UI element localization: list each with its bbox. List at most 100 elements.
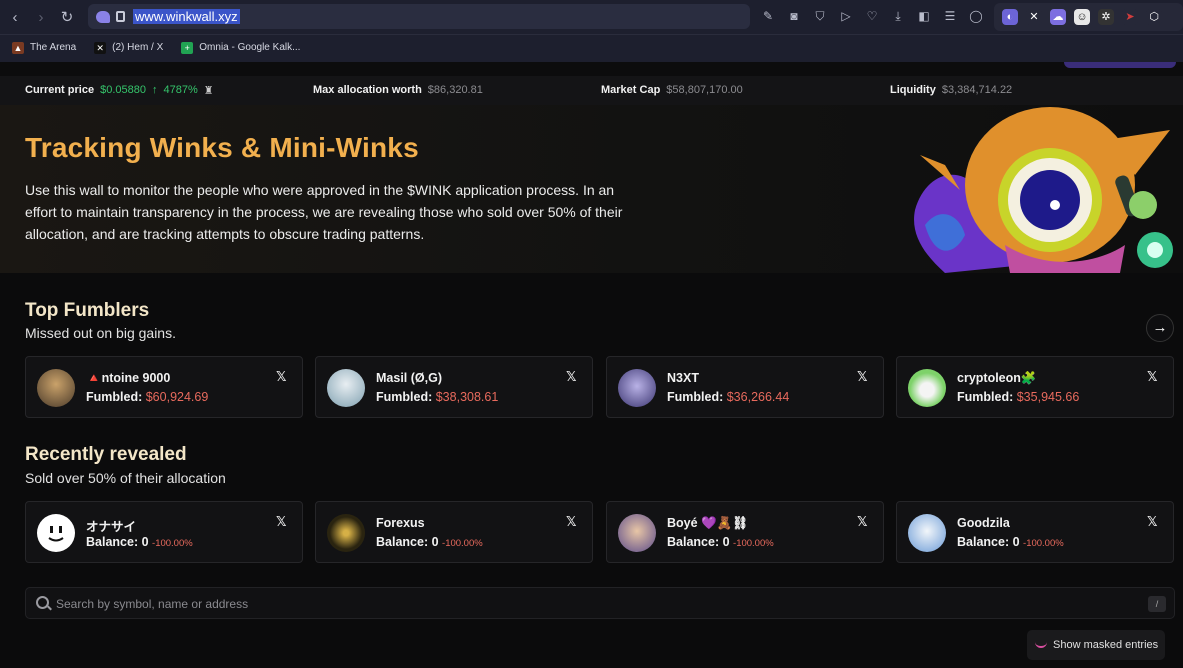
bookmark-x-home[interactable]: ✕ (2) Hem / X — [90, 41, 167, 54]
balance-value: 0 — [722, 535, 730, 549]
stat-value: $0.05880 — [100, 84, 146, 96]
user-name: Boyé 💜🧸⛓ — [667, 516, 749, 530]
openai-extension-icon[interactable]: ✲ — [1098, 9, 1114, 25]
profile-icon[interactable]: ◯ — [968, 7, 984, 25]
show-masked-entries-button[interactable]: Show masked entries — [1027, 630, 1165, 660]
top-fumblers-title: Top Fumblers — [25, 300, 150, 321]
bookmark-label: (2) Hem / X — [112, 42, 164, 53]
fumbler-card[interactable]: 🔺ntoine 9000 Fumbled: $60,924.69 𝕏 — [25, 356, 303, 418]
revealed-card[interactable]: オナサイ Balance: 0 -100.00% 𝕏 — [25, 501, 303, 563]
fumbler-card[interactable]: Masil (Ø,G) Fumbled: $38,308.61 𝕏 — [315, 356, 593, 418]
fumbled-amount: $36,266.44 — [726, 390, 790, 404]
stat-value: $58,807,170.00 — [666, 84, 743, 96]
stat-label: Market Cap — [601, 84, 661, 96]
cloud-extension-icon[interactable]: ☁ — [1050, 9, 1066, 25]
user-name: N3XT — [667, 371, 699, 385]
stat-liquidity: Liquidity $3,384,714.22 — [890, 84, 1012, 96]
stat-value: $86,320.81 — [427, 84, 483, 96]
fumbled-label: Fumbled: — [667, 390, 724, 404]
play-icon[interactable]: ▷ — [838, 7, 854, 25]
x-profile-icon[interactable]: 𝕏 — [566, 514, 576, 530]
x-profile-icon[interactable]: 𝕏 — [857, 369, 867, 385]
balance-change: -100.00% — [1023, 538, 1064, 549]
avatar — [37, 514, 75, 552]
reload-icon[interactable]: ↻ — [54, 4, 80, 30]
face-extension-icon[interactable]: ☺ — [1074, 9, 1090, 25]
bookmarks-bar: ▲ The Arena ✕ (2) Hem / X + Omnia - Goog… — [0, 34, 1183, 60]
search-bar: / — [25, 587, 1175, 619]
url-text[interactable]: www.winkwall.xyz — [133, 9, 240, 24]
balance-value: 0 — [431, 535, 439, 549]
cursor-extension-icon[interactable]: ➤ — [1122, 9, 1138, 25]
bookmark-the-arena[interactable]: ▲ The Arena — [8, 41, 80, 54]
site-favicon-icon — [96, 10, 110, 23]
x-profile-icon[interactable]: 𝕏 — [566, 369, 576, 385]
revealed-card[interactable]: Boyé 💜🧸⛓ Balance: 0 -100.00% 𝕏 — [606, 501, 884, 563]
x-extension-icon[interactable]: ✕ — [1026, 9, 1042, 25]
balance-change: -100.00% — [152, 538, 193, 549]
hero-banner: Tracking Winks & Mini-Winks Use this wal… — [0, 105, 1183, 273]
recently-revealed-subtitle: Sold over 50% of their allocation — [25, 470, 226, 486]
address-bar[interactable]: www.winkwall.xyz — [88, 4, 750, 29]
back-icon[interactable]: ‹ — [2, 4, 28, 30]
cube-extension-icon[interactable]: ⬡ — [1146, 9, 1162, 25]
fumbler-card[interactable]: cryptoleon🧩 Fumbled: $35,945.66 𝕏 — [896, 356, 1174, 418]
balance-row: Balance: 0 -100.00% — [667, 535, 774, 549]
stat-current-price: Current price $0.05880 ↑ 4787% ♜ — [25, 84, 214, 97]
balance-row: Balance: 0 -100.00% — [957, 535, 1064, 549]
fumbled-row: Fumbled: $35,945.66 — [957, 390, 1079, 404]
next-arrow-button[interactable]: → — [1146, 314, 1174, 342]
user-name: cryptoleon🧩 — [957, 371, 1037, 385]
balance-label: Balance: — [667, 535, 720, 549]
fumbled-row: Fumbled: $38,308.61 — [376, 390, 498, 404]
avatar — [327, 514, 365, 552]
balance-label: Balance: — [957, 535, 1010, 549]
x-profile-icon[interactable]: 𝕏 — [1147, 514, 1157, 530]
avatar — [618, 514, 656, 552]
lock-icon[interactable] — [116, 11, 125, 22]
x-profile-icon[interactable]: 𝕏 — [857, 514, 867, 530]
download-icon[interactable]: ⤓ — [890, 7, 906, 25]
sidebar-toggle-icon[interactable]: ◧ — [916, 7, 932, 25]
top-strip — [0, 62, 1183, 76]
shield-icon[interactable]: ⛉ — [812, 7, 828, 25]
connect-button-edge[interactable] — [1064, 62, 1176, 68]
edit-icon[interactable]: ✎ — [760, 7, 776, 25]
stat-max-allocation: Max allocation worth $86,320.81 — [313, 84, 483, 96]
user-name: 🔺ntoine 9000 — [86, 371, 171, 385]
extensions-area: ◐ ✕ ☁ ☺ ✲ ➤ ⬡ — [994, 3, 1183, 31]
balance-value: 0 — [1012, 535, 1020, 549]
price-change: 4787% — [163, 84, 198, 96]
stat-market-cap: Market Cap $58,807,170.00 — [601, 84, 743, 96]
camera-icon[interactable]: ◙ — [786, 7, 802, 25]
mascot-illustration — [914, 107, 1173, 273]
x-profile-icon[interactable]: 𝕏 — [276, 369, 286, 385]
x-profile-icon[interactable]: 𝕏 — [276, 514, 286, 530]
balance-label: Balance: — [86, 535, 139, 549]
heart-icon[interactable]: ♡ — [864, 7, 880, 25]
fumbled-label: Fumbled: — [86, 390, 143, 404]
fumbled-amount: $38,308.61 — [435, 390, 499, 404]
fumbled-amount: $35,945.66 — [1016, 390, 1080, 404]
fumbled-amount: $60,924.69 — [145, 390, 209, 404]
balance-row: Balance: 0 -100.00% — [376, 535, 483, 549]
avatar — [908, 369, 946, 407]
robot-icon[interactable]: ♜ — [204, 84, 214, 97]
balance-row: Balance: 0 -100.00% — [86, 535, 193, 549]
arena-icon: ▲ — [12, 41, 24, 54]
fumbled-row: Fumbled: $60,924.69 — [86, 390, 208, 404]
bookmark-omnia-sheets[interactable]: + Omnia - Google Kalk... — [177, 41, 304, 54]
revealed-card[interactable]: Goodzila Balance: 0 -100.00% 𝕏 — [896, 501, 1174, 563]
bookmark-label: Omnia - Google Kalk... — [199, 42, 301, 53]
arrow-right-icon: → — [1152, 319, 1168, 336]
settings-sliders-icon[interactable]: ☰ — [942, 7, 958, 25]
revealed-card[interactable]: Forexus Balance: 0 -100.00% 𝕏 — [315, 501, 593, 563]
fumbled-label: Fumbled: — [376, 390, 433, 404]
fumbler-card[interactable]: N3XT Fumbled: $36,266.44 𝕏 — [606, 356, 884, 418]
search-input[interactable] — [56, 594, 1136, 614]
search-icon — [36, 596, 49, 609]
wink-extension-icon[interactable]: ◐ — [1002, 9, 1018, 25]
fumbled-row: Fumbled: $36,266.44 — [667, 390, 789, 404]
forward-icon[interactable]: › — [28, 4, 54, 30]
x-profile-icon[interactable]: 𝕏 — [1147, 369, 1157, 385]
